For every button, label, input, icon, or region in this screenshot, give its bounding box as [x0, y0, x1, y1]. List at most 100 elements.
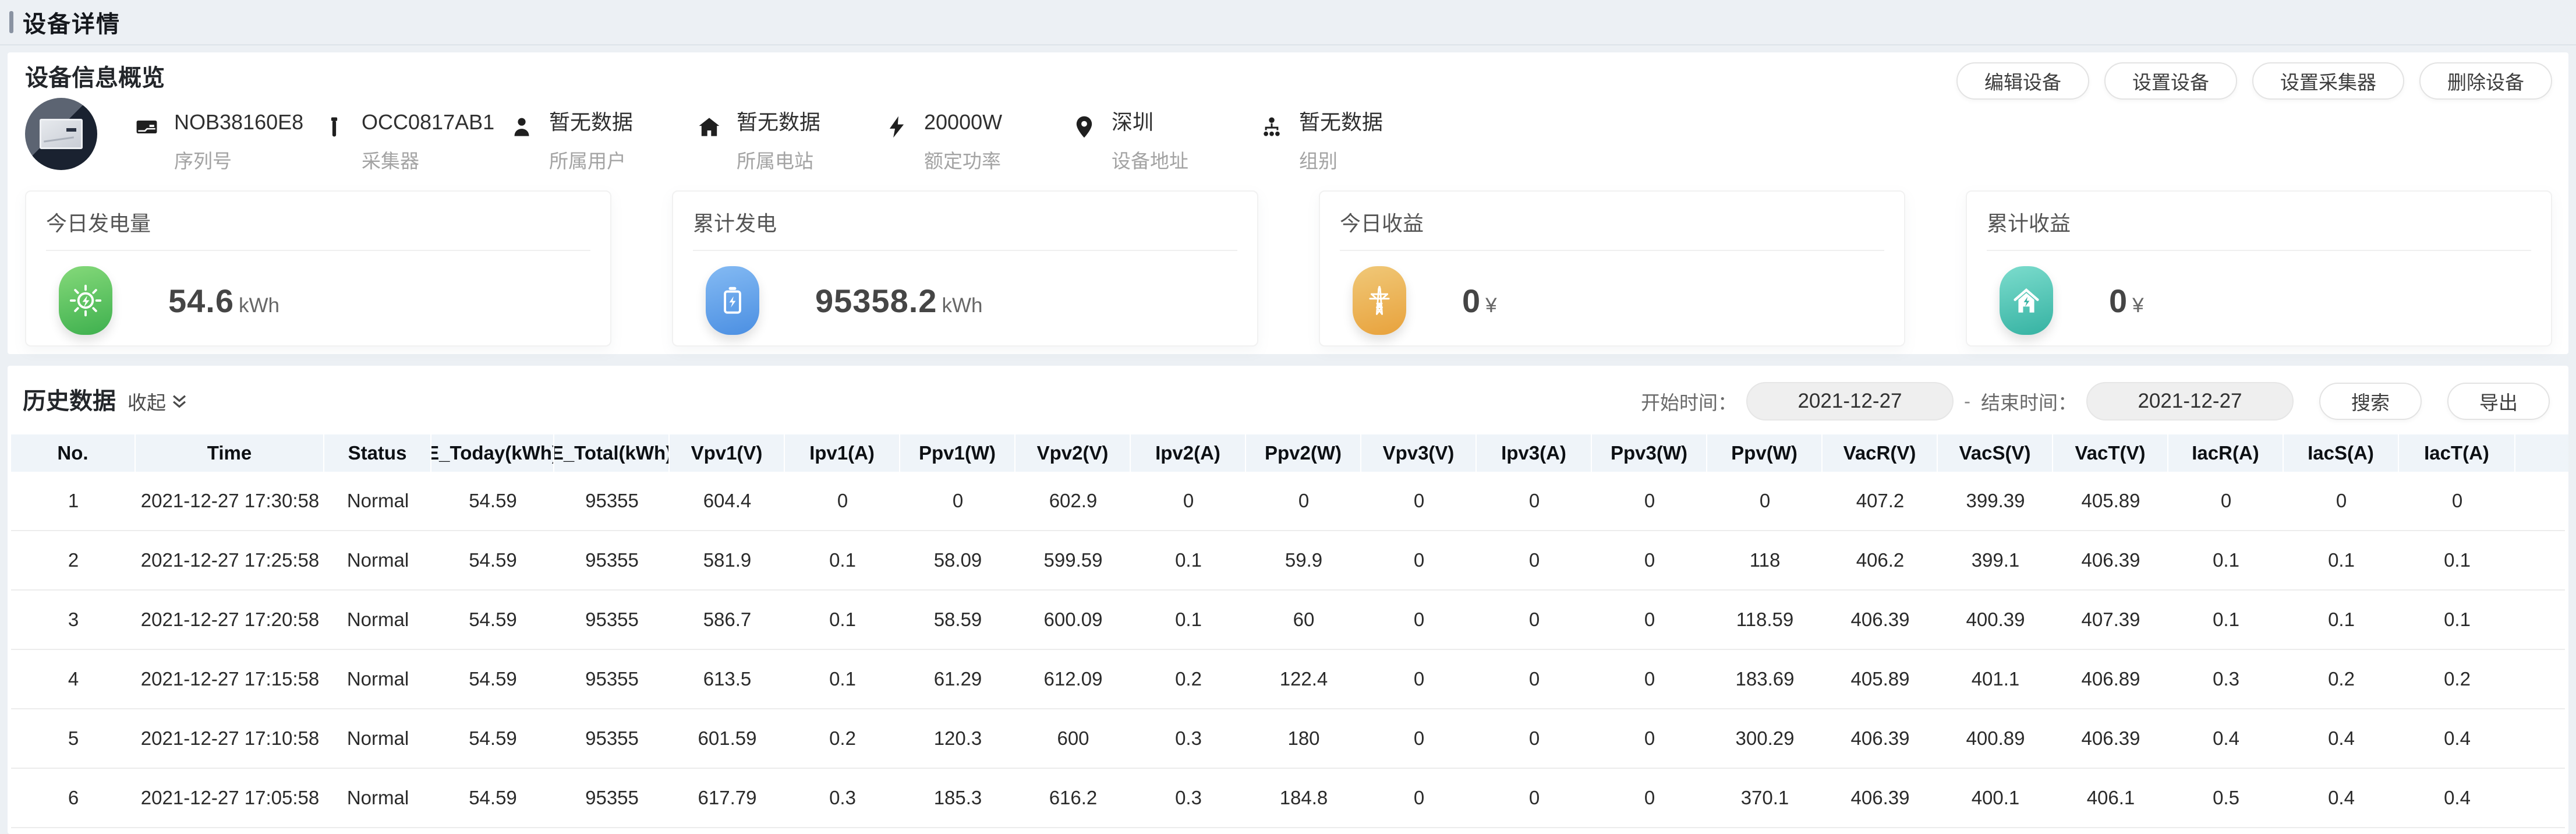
- end-date-input[interactable]: 2021-12-27: [2086, 382, 2294, 420]
- stat-unit: kWh: [239, 294, 279, 317]
- table-cell: 0.5: [2168, 769, 2284, 827]
- table-cell: 183.69: [1707, 650, 1823, 708]
- table-cell: 54.59: [431, 591, 554, 649]
- location-pin-icon: [1071, 112, 1098, 142]
- table-cell: 185.3: [900, 769, 1015, 827]
- table-cell: 0.1: [2284, 531, 2399, 589]
- table-cell: 95355: [554, 472, 670, 530]
- stat-card-total-energy: 累计发电 95358.2 kWh: [672, 190, 1258, 347]
- table-cell: 0: [1361, 591, 1477, 649]
- double-chevron-icon: [169, 391, 189, 411]
- table-cell: 184.8: [1246, 769, 1361, 827]
- table-cell: 617.79: [670, 769, 785, 827]
- table-header-cell: IacS(A): [2284, 434, 2399, 472]
- start-date-input[interactable]: 2021-12-27: [1746, 382, 1954, 420]
- group-value: 暂无数据: [1299, 112, 1383, 133]
- stat-title: 累计发电: [693, 207, 1237, 237]
- table-cell: 0.3: [1131, 769, 1246, 827]
- table-cell: 405.89: [1823, 650, 1938, 708]
- delete-device-button[interactable]: 删除设备: [2419, 62, 2552, 100]
- set-device-button[interactable]: 设置设备: [2104, 62, 2237, 100]
- table-cell: [2515, 531, 2568, 589]
- table-cell: Normal: [324, 650, 431, 708]
- station-value: 暂无数据: [737, 112, 820, 133]
- table-header-cell: VacS(V): [1938, 434, 2053, 472]
- table-cell: 2021-12-27 17:20:58: [136, 591, 324, 649]
- table-cell: 0: [1592, 769, 1707, 827]
- edit-device-button[interactable]: 编辑设备: [1956, 62, 2089, 100]
- title-accent-bar: [9, 11, 13, 33]
- table-cell: 406.39: [2053, 531, 2168, 589]
- table-cell: 581.9: [670, 531, 785, 589]
- table-cell: 399.1: [1938, 531, 2053, 589]
- table-cell: 95355: [554, 769, 670, 827]
- table-cell: 61.29: [900, 650, 1015, 708]
- table-cell: 0: [900, 472, 1015, 530]
- page-title: 设备详情: [23, 5, 121, 39]
- serial-label: 序列号: [174, 151, 303, 171]
- table-cell: 58.59: [900, 591, 1015, 649]
- table-cell: [2515, 472, 2568, 530]
- table-cell: Normal: [324, 472, 431, 530]
- address-label: 设备地址: [1112, 151, 1188, 171]
- table-cell: 599.59: [1015, 531, 1131, 589]
- table-cell: 0: [1477, 472, 1592, 530]
- group-label: 组别: [1299, 151, 1383, 171]
- group-icon: [1258, 112, 1285, 142]
- table-cell: 0.1: [2168, 531, 2284, 589]
- table-header-cell: IacT(A): [2399, 434, 2515, 472]
- table-header-cell: Ipv2(A): [1131, 434, 1246, 472]
- table-cell: 602.9: [1015, 472, 1131, 530]
- table-cell: 0: [1592, 591, 1707, 649]
- device-action-buttons: 编辑设备 设置设备 设置采集器 删除设备: [1956, 62, 2552, 100]
- rated-power-label: 额定功率: [924, 151, 1002, 171]
- table-cell: 0.1: [785, 650, 900, 708]
- table-cell: 0: [1592, 650, 1707, 708]
- table-cell: 0: [1477, 650, 1592, 708]
- table-cell: 300.29: [1707, 709, 1823, 768]
- search-button[interactable]: 搜索: [2319, 383, 2422, 420]
- table-cell: 0.2: [2399, 650, 2515, 708]
- table-header-cell: Time: [136, 434, 324, 472]
- set-collector-button[interactable]: 设置采集器: [2252, 62, 2404, 100]
- table-cell: Normal: [324, 591, 431, 649]
- table-header-cell: Ppv2(W): [1246, 434, 1361, 472]
- table-cell: 120.3: [900, 709, 1015, 768]
- table-cell: 600.09: [1015, 591, 1131, 649]
- inverter-image-icon: [40, 119, 83, 149]
- table-cell: 54.59: [431, 472, 554, 530]
- table-cell: 406.2: [1823, 531, 1938, 589]
- collapse-toggle[interactable]: 收起: [128, 387, 189, 415]
- table-cell: 407.39: [2053, 591, 2168, 649]
- info-item-group: 暂无数据 组别: [1258, 98, 1446, 171]
- stat-unit: ¥: [1485, 294, 1496, 317]
- table-cell: 54.59: [431, 650, 554, 708]
- eco-house-icon: [2000, 266, 2053, 335]
- collector-icon: [321, 112, 348, 142]
- stat-title: 累计收益: [1987, 207, 2531, 237]
- divider: [1987, 250, 2531, 251]
- table-row: 62021-12-27 17:05:58Normal54.5995355617.…: [11, 769, 2565, 828]
- serial-value: NOB38160E8: [174, 112, 303, 133]
- table-header-cell: Ppv1(W): [900, 434, 1015, 472]
- stat-unit: ¥: [2132, 294, 2143, 317]
- table-header-cell: Ipv3(A): [1477, 434, 1592, 472]
- table-cell: 0.1: [2284, 591, 2399, 649]
- stat-card-today-energy: 今日发电量 54.6 kWh: [25, 190, 611, 347]
- table-cell: 2021-12-27 17:15:58: [136, 650, 324, 708]
- table-cell: 0.3: [1131, 709, 1246, 768]
- export-button[interactable]: 导出: [2447, 383, 2550, 420]
- device-overview-panel: 设备信息概览 编辑设备 设置设备 设置采集器 删除设备 NOB38160E8 序…: [8, 52, 2568, 354]
- table-cell: 95355: [554, 709, 670, 768]
- table-cell: [2515, 591, 2568, 649]
- table-cell: 0.3: [785, 769, 900, 827]
- table-cell: 0.1: [1131, 591, 1246, 649]
- history-panel: 历史数据 收起 开始时间： 2021-12-27 - 结束时间： 2021-12…: [8, 366, 2568, 834]
- stat-value: 0: [1462, 282, 1481, 320]
- rated-power-value: 20000W: [924, 112, 1002, 133]
- history-table[interactable]: No.TimeStatusE_Today(kWh)E_Total(kWh)Vpv…: [8, 434, 2568, 828]
- table-row: 42021-12-27 17:15:58Normal54.5995355613.…: [11, 650, 2565, 709]
- table-cell: 0.4: [2399, 709, 2515, 768]
- table-cell: 604.4: [670, 472, 785, 530]
- stat-title: 今日收益: [1340, 207, 1884, 237]
